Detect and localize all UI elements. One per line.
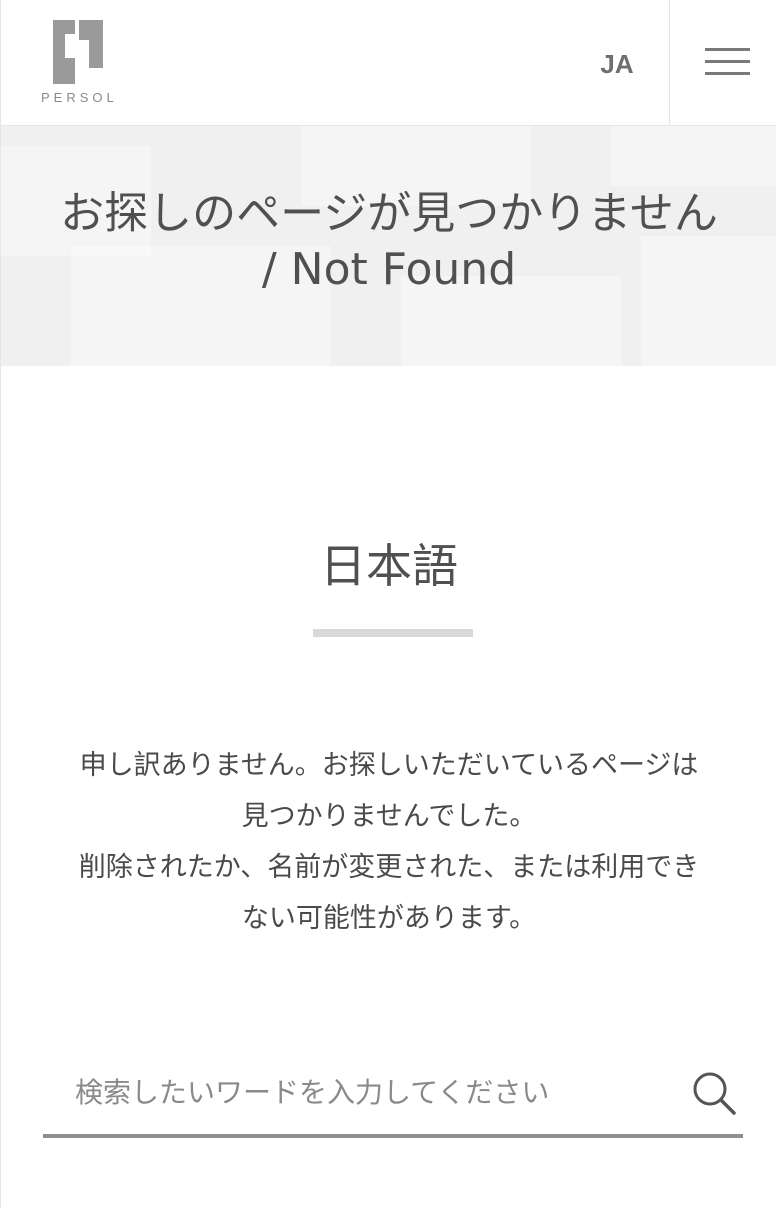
language-switcher[interactable]: JA — [581, 44, 653, 84]
page-title: お探しのページが見つかりません / Not Found — [1, 186, 776, 298]
persol-logo[interactable]: PERSOL — [41, 20, 121, 106]
page: PERSOL JA お探しのページが見つかりません / Not Found 日本… — [0, 0, 776, 1208]
search-icon[interactable] — [691, 1070, 737, 1116]
site-header: PERSOL JA — [1, 0, 776, 126]
hero-banner: お探しのページが見つかりません / Not Found — [1, 126, 776, 366]
page-title-line-ja: お探しのページが見つかりません — [60, 188, 718, 239]
logo-text: PERSOL — [41, 90, 118, 105]
section-title: 日本語 — [320, 539, 458, 593]
menu-button[interactable] — [669, 0, 776, 126]
persol-logo-mark-icon — [53, 20, 103, 84]
section-title-underline — [313, 629, 473, 637]
message-line: 削除されたか、名前が変更された、または利用でき — [78, 852, 700, 883]
search-bar — [43, 1052, 743, 1138]
message-line: ない可能性があります。 — [241, 903, 537, 934]
not-found-message: 申し訳ありません。お探しいただいているページは 見つかりませんでした。 削除され… — [31, 740, 747, 944]
message-line: 申し訳ありません。お探しいただいているページは — [79, 750, 699, 781]
page-title-line-en: / Not Found — [261, 244, 517, 295]
search-input[interactable] — [43, 1066, 643, 1118]
message-line: 見つかりませんでした。 — [241, 801, 537, 832]
hamburger-menu-icon — [705, 48, 750, 76]
